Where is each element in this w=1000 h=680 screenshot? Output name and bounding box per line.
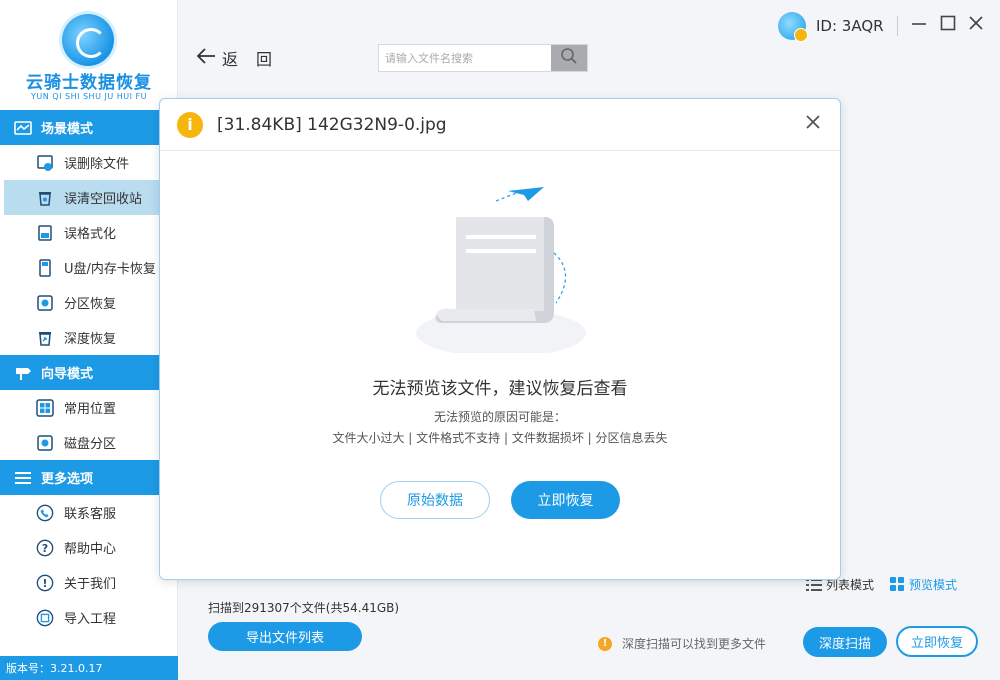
search-input[interactable] [379,45,551,71]
grid-icon [890,577,905,592]
minimize-button[interactable] [908,14,930,36]
export-list-button[interactable]: 导出文件列表 [208,622,362,651]
logo-title: 云骑士数据恢复 [26,73,152,93]
partition-icon [36,294,54,312]
sidebar-item-label: 误格式化 [64,227,117,242]
sidebar-item-recycle-bin[interactable]: 误清空回收站 [4,180,177,215]
close-window-button[interactable] [965,14,987,36]
reason-title: 无法预览的原因可能是： [433,410,566,424]
sidebar-item-help[interactable]: ? 帮助中心 [0,530,177,565]
format-icon [36,224,54,242]
preview-dialog: i [31.84KB] 142G32N9-0.jpg 无法预览该文件，建议恢复后… [159,98,841,580]
deleted-file-icon [36,154,54,172]
sidebar-item-contact[interactable]: 联系客服 [0,495,177,530]
maximize-button[interactable] [937,14,959,36]
dialog-title: [31.84KB] 142G32N9-0.jpg [217,114,447,135]
logo-subtitle: YUN QI SHI SHU JU HUI FU [31,92,147,101]
back-button[interactable]: 返回 [196,46,290,70]
avatar [778,12,808,42]
search-box [378,44,588,72]
sidebar-item-label: 分区恢复 [64,297,117,312]
version-label: 版本号：3.21.0.17 [0,656,178,680]
preview-mode-label: 预览模式 [909,578,958,592]
section-title: 向导模式 [41,367,94,382]
sidebar-item-label: 联系客服 [64,507,117,522]
sidebar-item-label: 帮助中心 [64,542,117,557]
dialog-close-button[interactable] [802,113,824,135]
warning-icon: ! [598,636,612,651]
sidebar-item-partition[interactable]: 分区恢复 [0,285,177,320]
sidebar-item-disk-partition[interactable]: 磁盘分区 [0,425,177,460]
reason-list: 文件大小过大 | 文件格式不支持 | 文件数据损坏 | 分区信息丢失 [332,431,668,445]
minimize-icon [911,15,927,35]
sidebar-item-label: U盘/内存卡恢复 [64,262,156,277]
sidebar-item-usb[interactable]: U盘/内存卡恢复 [0,250,177,285]
tip-text: 深度扫描可以找到更多文件 [622,637,767,651]
help-icon: ? [36,539,54,557]
recycle-bin-icon [36,189,54,207]
document-illustration [416,183,586,357]
recover-now-button[interactable]: 立即恢复 [896,626,978,657]
section-title: 场景模式 [41,122,94,137]
usb-icon [36,258,54,277]
back-label: 返回 [222,50,291,69]
logo-icon [62,14,114,66]
dialog-recover-button[interactable]: 立即恢复 [511,481,620,519]
section-title: 更多选项 [41,472,94,487]
sidebar-item-common-locations[interactable]: 常用位置 [0,390,177,425]
section-more-options[interactable]: 更多选项 [0,460,177,495]
preview-error-message: 无法预览该文件，建议恢复后查看 [372,379,628,399]
sidebar: 云骑士数据恢复 YUN QI SHI SHU JU HUI FU 场景模式 误删… [0,0,178,680]
info-icon: ! [36,574,54,592]
svg-text:?: ? [42,542,48,555]
sidebar-item-label: 深度恢复 [64,332,117,347]
search-icon [560,47,578,69]
search-button[interactable] [551,45,587,71]
close-icon [805,114,821,134]
sidebar-item-label: 误清空回收站 [64,192,143,207]
deep-scan-button[interactable]: 深度扫描 [803,627,887,657]
deep-scan-tip: ! 深度扫描可以找到更多文件 [598,635,766,652]
sidebar-item-label: 误删除文件 [64,157,130,172]
sidebar-item-deleted-files[interactable]: 误删除文件 [0,145,177,180]
svg-text:!: ! [43,577,48,590]
scene-mode-icon [14,120,32,135]
sidebar-item-label: 磁盘分区 [64,437,117,452]
guide-mode-icon [14,366,32,380]
deep-recover-icon [36,329,54,347]
phone-icon [36,504,54,522]
maximize-icon [940,15,956,35]
sidebar-item-label: 导入工程 [64,612,117,627]
windows-icon [36,398,54,417]
sidebar-item-deep-recover[interactable]: 深度恢复 [0,320,177,355]
import-icon [36,609,54,627]
preview-mode-button[interactable]: 预览模式 [890,576,957,593]
sidebar-item-label: 关于我们 [64,577,117,592]
close-icon [968,15,984,35]
disk-icon [36,434,54,452]
sidebar-item-label: 常用位置 [64,402,117,417]
logo: 云骑士数据恢复 YUN QI SHI SHU JU HUI FU [0,0,177,110]
section-guide-mode[interactable]: 向导模式 [0,355,177,390]
section-scene-mode[interactable]: 场景模式 [0,110,177,145]
sidebar-item-about[interactable]: ! 关于我们 [0,565,177,600]
dialog-header: i [31.84KB] 142G32N9-0.jpg [160,99,840,151]
raw-data-button[interactable]: 原始数据 [380,481,490,519]
menu-icon [14,471,32,485]
user-id-label: ID: 3AQR [816,17,884,35]
scan-summary: 扫描到291307个文件(共54.41GB) [208,601,400,615]
divider [897,16,898,36]
back-arrow-icon [196,48,216,68]
sidebar-item-format[interactable]: 误格式化 [0,215,177,250]
sidebar-item-import[interactable]: 导入工程 [0,600,177,635]
user-id[interactable]: ID: 3AQR [778,12,884,42]
info-warning-icon: i [177,111,203,138]
